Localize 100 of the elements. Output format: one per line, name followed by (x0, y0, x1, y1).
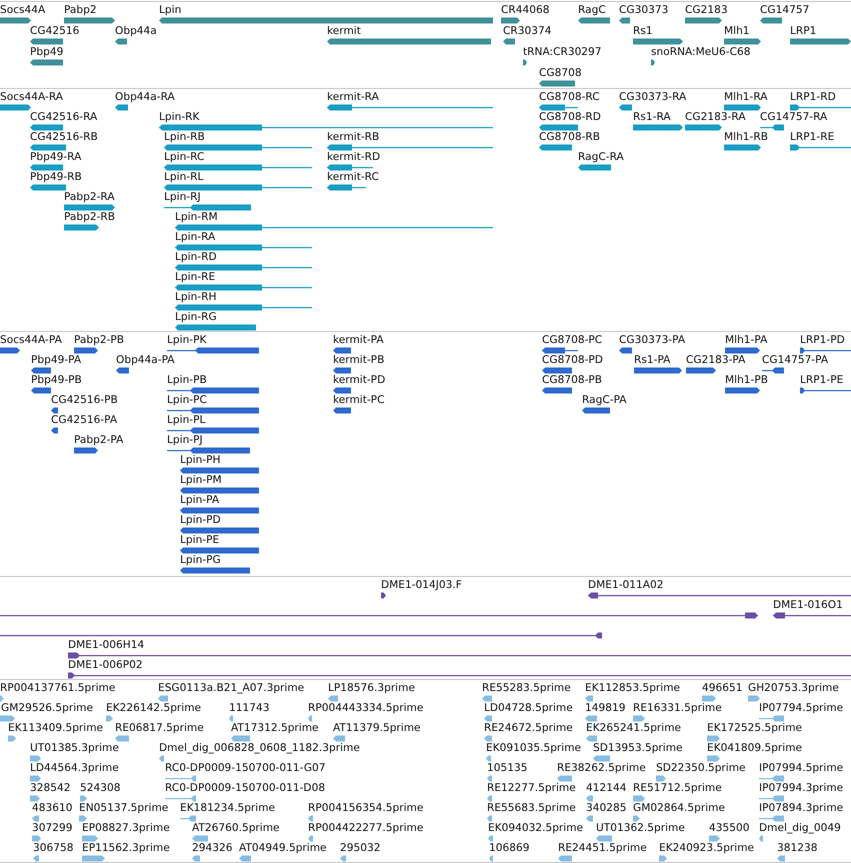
feature-glyph[interactable] (175, 324, 256, 331)
feature-glyph[interactable] (0, 632, 602, 639)
feature-glyph[interactable] (116, 367, 129, 374)
feature-glyph[interactable] (327, 144, 493, 151)
feature-glyph[interactable] (578, 164, 611, 171)
feature-glyph[interactable] (790, 104, 851, 111)
feature-glyph[interactable] (686, 367, 716, 374)
feature-glyph[interactable] (539, 104, 578, 111)
feature-glyph[interactable] (588, 592, 851, 599)
feature-glyph[interactable] (0, 104, 31, 111)
feature-glyph[interactable] (167, 347, 259, 354)
feature-glyph[interactable] (503, 38, 515, 45)
feature-glyph[interactable] (51, 407, 58, 414)
feature-glyph[interactable] (68, 652, 851, 659)
feature-glyph[interactable] (634, 367, 682, 374)
feature-glyph[interactable] (164, 164, 312, 171)
feature-glyph[interactable] (30, 164, 63, 171)
feature-glyph[interactable] (175, 264, 312, 271)
feature-glyph[interactable] (167, 387, 259, 394)
feature-glyph[interactable] (164, 144, 312, 151)
feature-glyph[interactable] (0, 347, 20, 354)
feature-glyph[interactable] (800, 387, 851, 394)
feature-glyph[interactable] (633, 124, 683, 131)
feature-glyph[interactable] (501, 17, 520, 24)
feature-glyph[interactable] (175, 304, 312, 311)
feature-glyph[interactable] (762, 367, 784, 374)
feature-glyph[interactable] (539, 124, 578, 131)
feature-glyph[interactable] (64, 204, 115, 211)
feature-glyph[interactable] (115, 38, 127, 45)
feature-glyph[interactable] (180, 467, 259, 474)
feature-glyph[interactable] (115, 104, 128, 111)
feature-label: CG8708-PB (542, 374, 602, 387)
feature-glyph[interactable] (30, 184, 66, 191)
feature-glyph[interactable] (180, 527, 259, 534)
feature-glyph[interactable] (180, 547, 259, 554)
feature-glyph[interactable] (167, 447, 250, 454)
feature-glyph[interactable] (724, 104, 761, 111)
feature-glyph[interactable] (30, 144, 66, 151)
feature-glyph[interactable] (164, 184, 312, 191)
feature-glyph[interactable] (542, 367, 572, 374)
feature-glyph[interactable] (333, 387, 351, 394)
feature-glyph[interactable] (180, 487, 259, 494)
feature-glyph[interactable] (159, 124, 493, 131)
feature-glyph[interactable] (800, 347, 851, 354)
feature-glyph[interactable] (651, 59, 655, 66)
feature-glyph[interactable] (327, 164, 373, 171)
feature-glyph[interactable] (333, 367, 351, 374)
feature-glyph[interactable] (30, 38, 63, 45)
feature-glyph[interactable] (51, 427, 58, 434)
feature-glyph[interactable] (74, 447, 98, 454)
feature-glyph[interactable] (381, 592, 386, 599)
feature-label: kermit-PB (333, 354, 384, 367)
feature-glyph[interactable] (582, 407, 610, 414)
feature-glyph[interactable] (64, 17, 115, 24)
feature-label: CG8708-PC (542, 334, 602, 347)
feature-glyph[interactable] (0, 17, 31, 24)
feature-glyph[interactable] (0, 612, 758, 619)
feature-glyph[interactable] (790, 144, 851, 151)
feature-glyph[interactable] (175, 284, 312, 291)
feature-glyph[interactable] (724, 144, 761, 151)
feature-glyph[interactable] (180, 507, 259, 514)
feature-glyph[interactable] (31, 367, 51, 374)
feature-glyph[interactable] (633, 38, 683, 45)
feature-glyph[interactable] (523, 59, 527, 66)
feature-glyph[interactable] (175, 224, 493, 231)
feature-glyph[interactable] (539, 80, 575, 87)
feature-glyph[interactable] (725, 387, 760, 394)
feature-glyph[interactable] (542, 387, 572, 394)
feature-glyph[interactable] (180, 567, 250, 574)
feature-label: RE12277.5prime (487, 782, 576, 795)
feature-glyph[interactable] (760, 124, 784, 131)
feature-glyph[interactable] (64, 224, 99, 231)
feature-glyph[interactable] (30, 59, 63, 66)
feature-glyph[interactable] (31, 387, 51, 394)
feature-glyph[interactable] (167, 407, 259, 414)
feature-glyph[interactable] (68, 672, 851, 679)
feature-glyph[interactable] (724, 38, 761, 45)
feature-glyph[interactable] (542, 347, 578, 354)
feature-glyph[interactable] (327, 104, 493, 111)
feature-glyph[interactable] (539, 144, 572, 151)
feature-glyph[interactable] (159, 17, 493, 24)
feature-glyph[interactable] (725, 347, 760, 354)
feature-glyph[interactable] (167, 427, 259, 434)
feature-glyph[interactable] (175, 244, 312, 251)
feature-glyph[interactable] (760, 17, 782, 24)
feature-glyph[interactable] (327, 184, 366, 191)
feature-glyph[interactable] (685, 17, 722, 24)
feature-glyph[interactable] (619, 104, 632, 111)
feature-glyph[interactable] (30, 124, 63, 131)
feature-glyph[interactable] (333, 407, 351, 414)
feature-glyph[interactable] (773, 612, 851, 619)
feature-glyph[interactable] (578, 17, 610, 24)
feature-glyph[interactable] (327, 38, 491, 45)
feature-glyph[interactable] (619, 17, 630, 24)
feature-glyph[interactable] (74, 347, 98, 354)
feature-glyph[interactable] (685, 124, 722, 131)
feature-glyph[interactable] (790, 38, 851, 45)
feature-glyph[interactable] (333, 347, 351, 354)
feature-glyph[interactable] (164, 204, 251, 211)
feature-glyph[interactable] (619, 347, 632, 354)
